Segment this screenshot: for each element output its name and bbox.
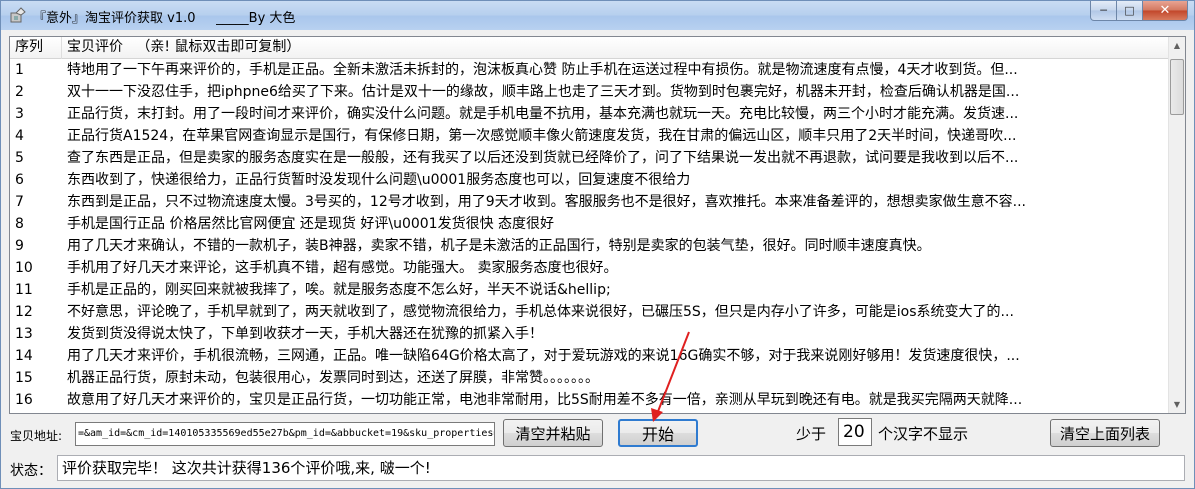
table-row[interactable]: 6 东西收到了，快递很给力，正品行货暂时没发现什么问题\u0001服务态度也可以，…: [10, 169, 1168, 191]
row-review-text: 正品行货，末打封。用了一段时间才来评价，确实没什么问题。就是手机电量不抗用，基本…: [67, 106, 1019, 122]
minimize-button[interactable]: ─: [1090, 1, 1117, 21]
table-row[interactable]: 13 发货到货没得说太快了，下单到收获才一天，手机大器还在犹豫的抓紧入手！: [10, 323, 1168, 345]
review-list[interactable]: 序列 宝贝评价 （亲! 鼠标双击即可复制） 1 特地用了一下午再来评价的，手机是正…: [9, 36, 1186, 414]
row-index: 3: [15, 106, 24, 122]
vertical-scrollbar[interactable]: ▲ ▼: [1168, 37, 1185, 413]
row-review-text: 手机是正品的，刚买回来就被我摔了，唉。就是服务态度不怎么好，半天不说话&hell…: [67, 282, 611, 298]
row-review-text: 不好意思，评论晚了，手机早就到了，两天就收到了，感觉物流很给力，手机总体来说很好…: [67, 304, 1014, 320]
window-title: 『意外』淘宝评价获取 v1.0 _____By 大色: [33, 11, 296, 26]
row-review-text: 东西收到了，快递很给力，正品行货暂时没发现什么问题\u0001服务态度也可以，回…: [67, 172, 691, 188]
table-row[interactable]: 12 不好意思，评论晚了，手机早就到了，两天就收到了，感觉物流很给力，手机总体来说…: [10, 301, 1168, 323]
table-row[interactable]: 15 机器正品行货，原封未动，包装很用心，发票同时到达，还送了屏膜，非常赞。。。。…: [10, 367, 1168, 389]
row-index: 6: [15, 172, 24, 188]
row-review-text: 手机用了好几天才来评论，这手机真不错，超有感觉。功能强大。 卖家服务态度也很好。: [67, 260, 618, 276]
row-review-text: 东西到是正品，只不过物流速度太慢。3号买的，12号才收到，用了9天才收到。客服服…: [67, 194, 1026, 210]
row-review-text: 机器正品行货，原封未动，包装很用心，发票同时到达，还送了屏膜，非常赞。。。。。。…: [67, 370, 599, 386]
start-button[interactable]: 开始: [618, 419, 698, 447]
row-review-text: 双十一一下没忍住手，把iphpne6给买了下来。估计是双十一的缘故，顺丰路上也走…: [67, 84, 1020, 100]
row-index: 9: [15, 238, 24, 254]
row-review-text: 故意用了好几天才来评价的，宝贝是正品行货，一切功能正常，电池非常耐用，比5S耐用…: [67, 392, 1023, 408]
table-row[interactable]: 4 正品行货A1524，在苹果官网查询显示是国行，有保修日期，第一次感觉顺丰像火箭…: [10, 125, 1168, 147]
list-body: 1 特地用了一下午再来评价的，手机是正品。全新未激活未拆封的，泡沫板真心赞 防止手…: [10, 59, 1168, 413]
window-client: 序列 宝贝评价 （亲! 鼠标双击即可复制） 1 特地用了一下午再来评价的，手机是正…: [0, 30, 1195, 489]
table-row[interactable]: 1 特地用了一下午再来评价的，手机是正品。全新未激活未拆封的，泡沫板真心赞 防止手…: [10, 59, 1168, 81]
row-review-text: 用了几天才来确认，不错的一款机子，装B神器，卖家不错，机子是未激活的正品国行，特…: [67, 238, 931, 254]
scroll-thumb[interactable]: [1170, 59, 1184, 115]
status-text: 评价获取完毕！ 这次共计获得136个评价哦,来, 啵一个!: [57, 455, 1185, 481]
row-index: 13: [15, 326, 33, 342]
row-index: 4: [15, 128, 24, 144]
min-chars-prefix-label: 少于: [796, 425, 827, 443]
table-row[interactable]: 9 用了几天才来确认，不错的一款机子，装B神器，卖家不错，机子是未激活的正品国行，…: [10, 235, 1168, 257]
table-row[interactable]: 8 手机是国行正品 价格居然比官网便宜 还是现货 好评\u0001发货很快 态度很…: [10, 213, 1168, 235]
clear-list-button[interactable]: 清空上面列表: [1050, 419, 1160, 447]
scroll-up-icon[interactable]: ▲: [1169, 37, 1185, 54]
row-index: 16: [15, 392, 33, 408]
table-row[interactable]: 5 查了东西是正品，但是卖家的服务态度实在是一般般，还有我买了以后还没到货就已经降…: [10, 147, 1168, 169]
row-index: 11: [15, 282, 33, 298]
table-row[interactable]: 3 正品行货，末打封。用了一段时间才来评价，确实没什么问题。就是手机电量不抗用，基…: [10, 103, 1168, 125]
row-review-text: 发货到货没得说太快了，下单到收获才一天，手机大器还在犹豫的抓紧入手！: [67, 326, 543, 342]
table-row[interactable]: 7 东西到是正品，只不过物流速度太慢。3号买的，12号才收到，用了9天才收到。客服…: [10, 191, 1168, 213]
address-label: 宝贝地址:: [10, 429, 63, 443]
row-index: 5: [15, 150, 24, 166]
row-index: 2: [15, 84, 24, 100]
row-index: 1: [15, 62, 24, 78]
row-review-text: 查了东西是正品，但是卖家的服务态度实在是一般般，还有我买了以后还没到货就已经降价…: [67, 150, 1019, 166]
min-chars-input[interactable]: 20: [838, 418, 872, 446]
row-review-text: 用了几天才来评价，手机很流畅，三网通，正品。唯一缺陷64G价格太高了，对于爱玩游…: [67, 348, 1020, 364]
row-review-text: 正品行货A1524，在苹果官网查询显示是国行，有保修日期，第一次感觉顺丰像火箭速…: [67, 128, 1017, 144]
row-index: 10: [15, 260, 33, 276]
window-controls: ─ □ ✕: [1090, 1, 1188, 21]
row-index: 15: [15, 370, 33, 386]
column-header-review[interactable]: 宝贝评价 （亲! 鼠标双击即可复制）: [62, 37, 1168, 59]
row-review-text: 手机是国行正品 价格居然比官网便宜 还是现货 好评\u0001发货很快 态度很好: [67, 216, 555, 232]
table-row[interactable]: 2 双十一一下没忍住手，把iphpne6给买了下来。估计是双十一的缘故，顺丰路上也…: [10, 81, 1168, 103]
title-bar[interactable]: 『意外』淘宝评价获取 v1.0 _____By 大色 ─ □ ✕: [0, 0, 1195, 30]
status-label: 状态：: [10, 463, 52, 479]
table-row[interactable]: 11 手机是正品的，刚买回来就被我摔了，唉。就是服务态度不怎么好，半天不说话&he…: [10, 279, 1168, 301]
maximize-button[interactable]: □: [1117, 1, 1143, 21]
table-row[interactable]: 14 用了几天才来评价，手机很流畅，三网通，正品。唯一缺陷64G价格太高了，对于爱…: [10, 345, 1168, 367]
clear-and-paste-button[interactable]: 清空并粘贴: [503, 419, 603, 447]
list-header: 序列 宝贝评价 （亲! 鼠标双击即可复制）: [10, 37, 1168, 59]
row-index: 12: [15, 304, 33, 320]
scroll-down-icon[interactable]: ▼: [1169, 396, 1185, 413]
table-row[interactable]: 16 故意用了好几天才来评价的，宝贝是正品行货，一切功能正常，电池非常耐用，比5S…: [10, 389, 1168, 411]
close-button[interactable]: ✕: [1143, 1, 1188, 21]
address-input[interactable]: =&am_id=&cm_id=140105335569ed55e27b&pm_i…: [75, 422, 495, 446]
column-header-index[interactable]: 序列: [10, 37, 62, 59]
table-row[interactable]: 10 手机用了好几天才来评论，这手机真不错，超有感觉。功能强大。 卖家服务态度也很…: [10, 257, 1168, 279]
row-index: 8: [15, 216, 24, 232]
min-chars-suffix-label: 个汉字不显示: [878, 425, 969, 443]
row-index: 14: [15, 348, 33, 364]
app-icon: [10, 7, 26, 23]
row-index: 7: [15, 194, 24, 210]
row-review-text: 特地用了一下午再来评价的，手机是正品。全新未激活未拆封的，泡沫板真心赞 防止手机…: [67, 62, 1018, 78]
